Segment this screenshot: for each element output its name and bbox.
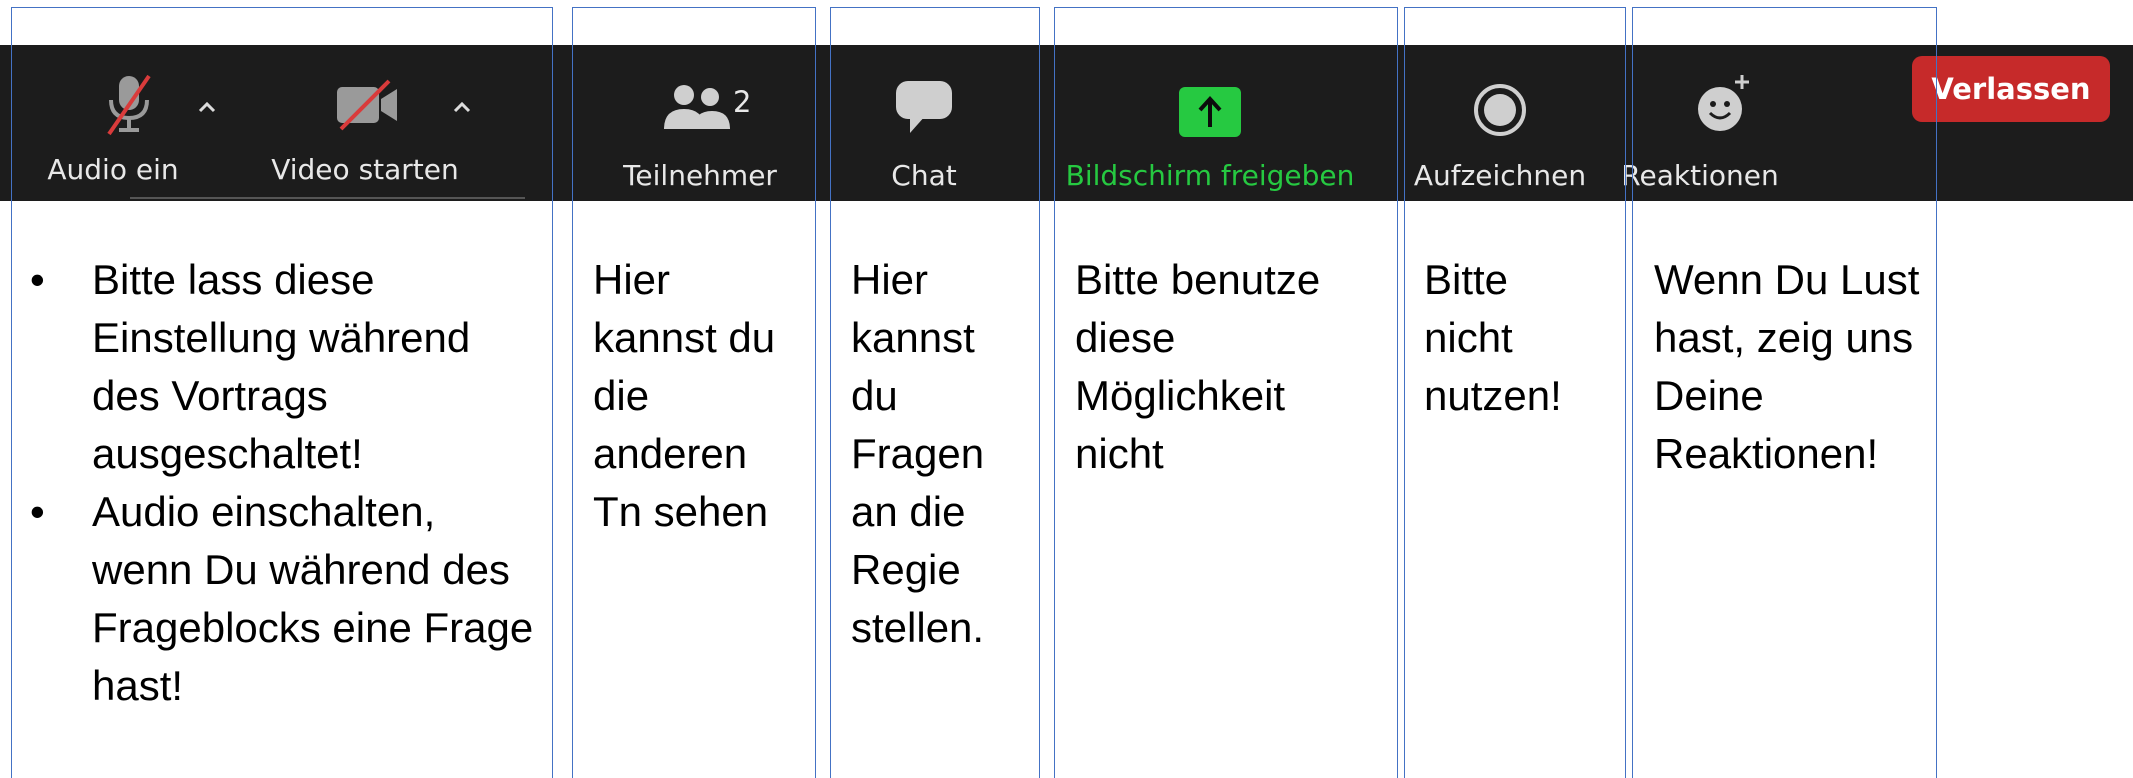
note-audio-video: Bitte lass diese Einstellung während des… [30,251,540,715]
note-record: Bitte nicht nutzen! [1424,256,1562,419]
note-share: Bitte benutze diese Möglichkeit nicht [1075,256,1321,477]
note-chat: Hier kannst du Fragen an die Regie stell… [851,256,985,651]
note-audio-video-item: Bitte lass diese Einstellung während des… [30,251,540,483]
note-reactions: Wenn Du Lust hast, zeig uns Deine Reakti… [1654,256,1920,477]
leave-button[interactable]: Verlassen [1912,56,2110,122]
note-audio-video-item: Audio einschalten, wenn Du während des F… [30,483,540,715]
note-participants: Hier kannst du die anderen Tn sehen [593,256,776,535]
